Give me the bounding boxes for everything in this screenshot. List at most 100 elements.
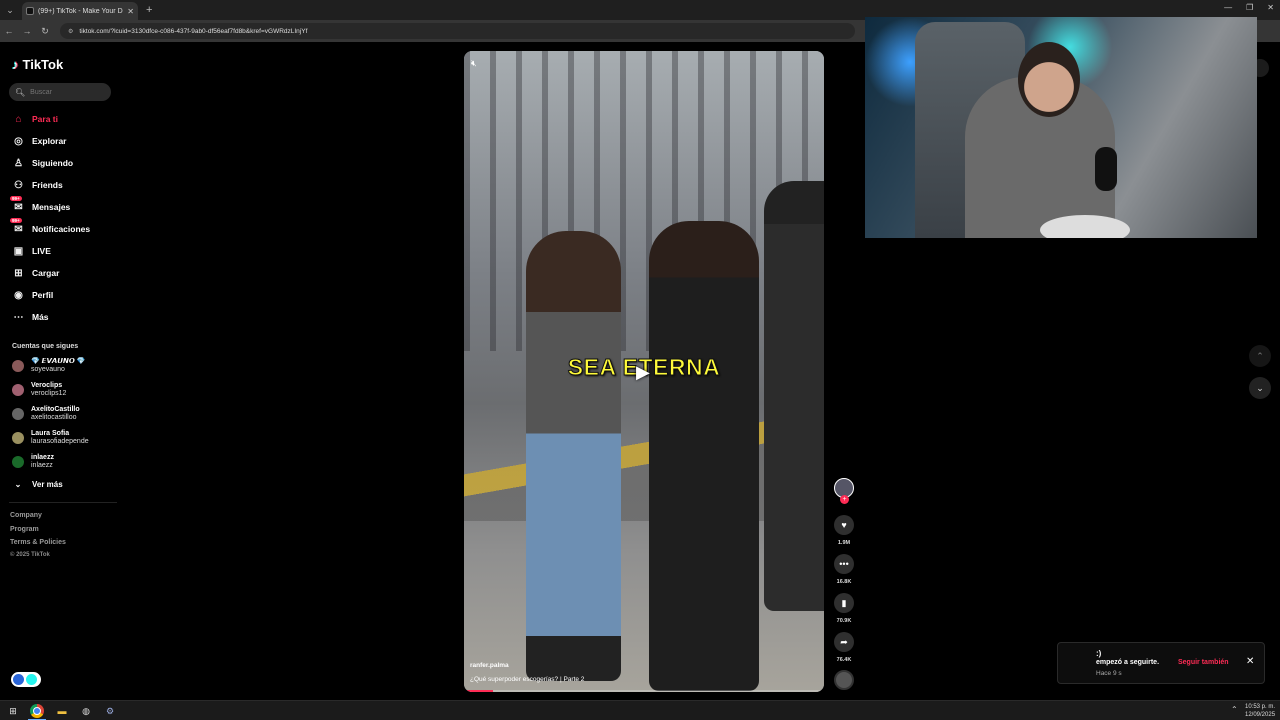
chrome-icon[interactable] (30, 704, 44, 718)
close-window-icon[interactable]: ✕ (1267, 3, 1274, 12)
live-icon: ▣ (13, 245, 24, 257)
account-handle: inlaezz (31, 462, 53, 469)
account-handle: laurasofiadepende (31, 438, 89, 445)
follow-plus-icon[interactable]: + (840, 495, 849, 504)
comment-icon[interactable]: ••• (834, 554, 854, 574)
minimize-icon[interactable]: — (1224, 3, 1232, 12)
profile-icon: ◉ (14, 289, 23, 301)
video-author[interactable]: ranfer.palma (470, 662, 509, 669)
save-count: 70.9K (836, 618, 852, 624)
menu-item-explorar[interactable]: ◎ Explorar (12, 133, 67, 149)
screen: ⌄ (99+) TikTok - Make Your Day ✕ + — ❐ ✕… (0, 0, 1280, 720)
tray-chevron-icon[interactable]: ⌃ (1231, 705, 1238, 714)
copyright: © 2025 TikTok (10, 552, 50, 558)
app-toggle-pill[interactable] (11, 672, 41, 687)
taskbar-clock[interactable]: 10:53 p. m. 12/09/2025 (1245, 703, 1275, 719)
comment-count: 16.8K (836, 579, 852, 585)
account-handle: veroclips12 (31, 390, 67, 397)
account-handle: soyevauno (31, 366, 65, 373)
menu-item-notificaciones[interactable]: ✉ 99+ Notificaciones (10, 217, 90, 237)
account-name: inlaezz (31, 454, 54, 461)
folder-icon[interactable]: ▬ (55, 704, 69, 718)
url-field[interactable]: ⚙ tiktok.com/?lcuid=3130dfce-c086-437f-9… (60, 23, 855, 39)
previous-video-button[interactable]: ⌃ (1249, 345, 1271, 367)
like-count: 1.9M (837, 540, 851, 546)
footer-link-program[interactable]: Program (10, 526, 39, 533)
see-more-button[interactable]: ⌄ Ver más (12, 480, 63, 489)
restore-icon[interactable]: ❐ (1246, 3, 1253, 12)
menu-label: Mensajes (32, 202, 71, 212)
logo-text: TikTok (22, 57, 64, 72)
new-tab-button[interactable]: + (146, 4, 152, 16)
browser-tab[interactable]: (99+) TikTok - Make Your Day ✕ (22, 2, 138, 20)
search-input[interactable] (30, 88, 106, 96)
video-player[interactable]: SEA ETERNA ▶ 🔇︎ ranfer.palma ¿Qué superp… (464, 51, 824, 692)
menu-label: Friends (32, 180, 63, 190)
windows-start-icon[interactable]: ⊞ (6, 704, 20, 718)
more-icon: ⋯ (13, 311, 24, 323)
reload-icon[interactable]: ↻ (36, 26, 54, 37)
mute-icon[interactable]: 🔇︎ (471, 58, 477, 69)
menu-item-friends[interactable]: ⚇ Friends (12, 177, 63, 193)
back-icon[interactable]: ← (0, 26, 18, 36)
obs-icon[interactable]: ◍ (79, 704, 93, 718)
toast-title: :) (1096, 649, 1102, 658)
chevron-down-icon: ⌄ (14, 480, 22, 489)
tab-title: (99+) TikTok - Make Your Day (38, 7, 124, 15)
share-icon[interactable]: ➦ (834, 632, 854, 652)
account-name: Laura Sofia (31, 430, 70, 437)
home-icon: ⌂ (15, 113, 22, 125)
menu-item-mas[interactable]: ⋯ Más (12, 309, 49, 325)
tiktok-note-icon: ♪ (12, 57, 19, 72)
menu-item-live[interactable]: ▣ LIVE (12, 243, 51, 259)
footer-link-company[interactable]: Company (10, 512, 42, 519)
app-icon[interactable]: ⚙ (103, 704, 117, 718)
app-icon (26, 674, 37, 685)
like-icon[interactable]: ♥ (834, 515, 854, 535)
menu-label: Cargar (32, 268, 60, 278)
toast-time: Hace 9 s (1096, 670, 1122, 677)
follow-back-button[interactable]: Seguir también (1178, 659, 1229, 666)
followed-account[interactable]: AxelitoCastillo axelitocastilloo (12, 403, 80, 425)
bookmark-icon[interactable]: ▮ (834, 593, 854, 613)
windows-taskbar: ⊞ ▬ ◍ ⚙ ⌃ 10:53 p. m. 12/09/2025 (0, 700, 1280, 720)
search-box[interactable]: 🔍︎ (9, 83, 111, 101)
site-info-icon[interactable]: ⚙ (68, 28, 73, 35)
menu-item-cargar[interactable]: ⊞ Cargar (12, 265, 59, 281)
menu-item-siguiendo[interactable]: ♙ Siguiendo (12, 155, 73, 171)
divider (9, 502, 117, 503)
bell-icon: ✉ 99+ (10, 217, 23, 235)
followed-account[interactable]: 💎 𝙀𝙑𝘼𝙐𝙉𝙊 💎 soyevauno (12, 355, 85, 377)
url-text: tiktok.com/?lcuid=3130dfce-c086-437f-9ab… (79, 27, 308, 35)
followed-account[interactable]: Laura Sofia laurasofiadepende (12, 427, 89, 449)
play-icon[interactable]: ▶ (636, 362, 650, 383)
tiktok-logo[interactable]: ♪ TikTok (12, 57, 63, 72)
message-icon: ✉ 99+ (10, 195, 23, 213)
see-more-label: Ver más (32, 480, 63, 489)
close-icon[interactable]: ✕ (1246, 656, 1254, 667)
video-progress-bar[interactable] (464, 690, 824, 692)
message-badge: 99+ (10, 195, 22, 201)
music-disc-icon[interactable] (834, 670, 854, 690)
followed-account[interactable]: inlaezz inlaezz (12, 451, 54, 473)
close-tab-icon[interactable]: ✕ (127, 7, 134, 16)
followed-account[interactable]: Veroclips veroclips12 (12, 379, 66, 401)
compass-icon: ◎ (14, 135, 23, 147)
friends-icon: ⚇ (14, 179, 23, 191)
menu-label: Explorar (32, 136, 67, 146)
menu-item-mensajes[interactable]: ✉ 99+ Mensajes (10, 195, 71, 215)
video-progress-fill (464, 690, 493, 692)
footer-link-terms[interactable]: Terms & Policies (10, 539, 66, 546)
account-handle: axelitocastilloo (31, 414, 77, 421)
menu-item-perfil[interactable]: ◉ Perfil (12, 287, 53, 303)
video-description: ¿Qué superpoder escogerías? | Parte 2 (470, 676, 585, 683)
webcam-person-head (1018, 42, 1080, 117)
menu-label: Perfil (32, 290, 54, 300)
chevron-down-icon: ⌄ (1256, 382, 1264, 393)
menu-item-para-ti[interactable]: ⌂ Para ti (12, 111, 58, 127)
forward-icon[interactable]: → (18, 26, 36, 36)
chevron-up-icon: ⌃ (1256, 350, 1264, 361)
tab-search-icon[interactable]: ⌄ (0, 0, 20, 20)
next-video-button[interactable]: ⌄ (1249, 377, 1271, 399)
menu-label: Más (32, 312, 49, 322)
